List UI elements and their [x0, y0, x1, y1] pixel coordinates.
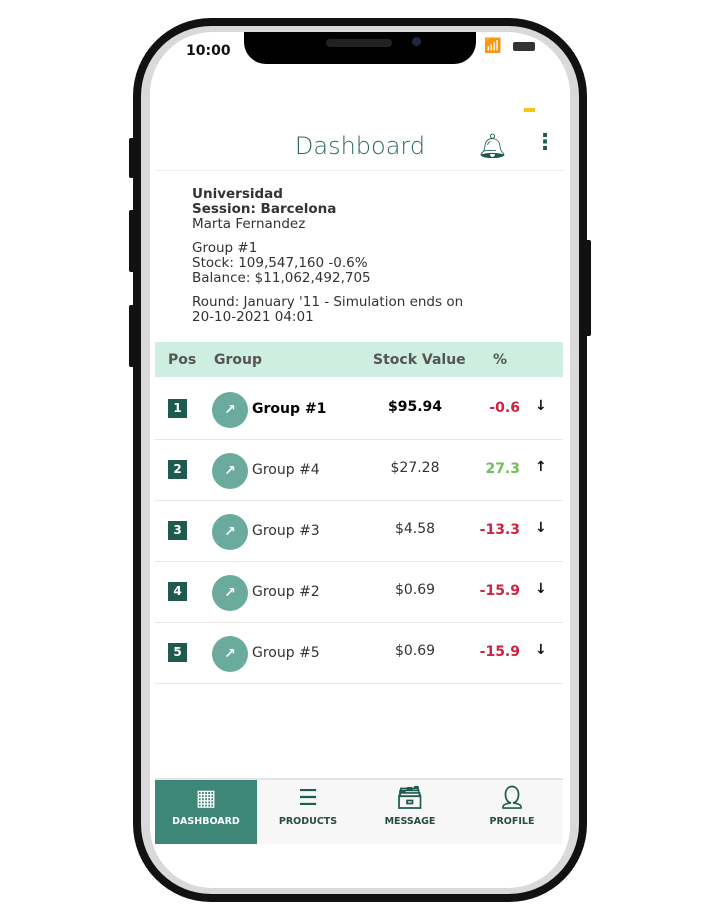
inbox-icon: 🗃︎	[396, 786, 424, 811]
arrow-up-icon: ↑	[535, 459, 547, 475]
percent-change: 27.3	[485, 461, 520, 477]
user-name: Marta Fernandez	[192, 216, 306, 232]
stock-value: $0.69	[394, 582, 436, 598]
round-info: Round: January '11 - Simulation ends on	[192, 294, 464, 310]
stock-info: Stock: 109,547,160 -0.6%	[192, 255, 368, 271]
position-badge: 4	[168, 582, 187, 601]
group-avatar-icon: ↗	[212, 453, 248, 489]
nav-tab-products[interactable]: ☰ PRODUCTS	[257, 780, 359, 844]
indicator	[524, 108, 535, 112]
position-badge: 5	[168, 643, 187, 662]
divider	[155, 170, 565, 171]
session-name: Session: Barcelona	[192, 201, 337, 217]
wifi-icon: 📶	[484, 38, 502, 54]
table-row[interactable]: 3 ↗ Group #3 $4.58 -13.3 ↓	[155, 500, 563, 562]
nav-label: PROFILE	[489, 816, 535, 827]
screen: 10:00 📶 Dashboard 🔔︎ ⋮ Universidad Sessi…	[150, 32, 570, 888]
col-pos: Pos	[168, 352, 197, 368]
balance-info: Balance: $11,062,492,705	[192, 270, 371, 286]
status-time: 10:00	[186, 43, 231, 59]
percent-change: -15.9	[479, 644, 520, 660]
group-name: Group #2	[252, 584, 320, 600]
position-badge: 3	[168, 521, 187, 540]
group-avatar-icon: ↗	[212, 392, 248, 428]
more-menu-icon[interactable]: ⋮	[534, 132, 556, 154]
building-icon: ▦	[195, 786, 217, 811]
stock-value: $27.28	[390, 460, 440, 476]
end-date: 20-10-2021 04:01	[192, 309, 314, 325]
nav-tab-profile[interactable]: 👤︎ PROFILE	[461, 780, 563, 844]
position-badge: 1	[168, 399, 187, 418]
group-name: Group #1	[252, 401, 327, 417]
nav-tab-dashboard[interactable]: ▦ DASHBOARD	[155, 780, 257, 844]
arrow-down-icon: ↓	[535, 642, 547, 658]
power-button	[585, 240, 591, 336]
mute-switch	[129, 138, 135, 178]
arrow-down-icon: ↓	[535, 520, 547, 536]
session-info: Universidad Session: Barcelona Marta Fer…	[192, 187, 463, 325]
table-row[interactable]: 2 ↗ Group #4 $27.28 27.3 ↑	[155, 439, 563, 501]
notch	[244, 32, 476, 64]
org-name: Universidad	[192, 186, 283, 202]
arrow-down-icon: ↓	[535, 581, 547, 597]
group-name: Group #5	[252, 645, 320, 661]
nav-tab-message[interactable]: 🗃︎ MESSAGE	[359, 780, 461, 844]
stock-value: $0.69	[394, 643, 436, 659]
percent-change: -13.3	[479, 522, 520, 538]
col-percent: %	[493, 352, 508, 368]
table-row[interactable]: 5 ↗ Group #5 $0.69 -15.9 ↓	[155, 622, 563, 684]
nav-label: PRODUCTS	[278, 816, 338, 827]
percent-change: -0.6	[489, 400, 520, 416]
group-name: Group #4	[252, 462, 320, 478]
bottom-nav: ▦ DASHBOARD ☰ PRODUCTS 🗃︎ MESSAGE 👤︎ PROFILE	[155, 778, 563, 844]
stock-value: $95.94	[387, 399, 443, 415]
group-avatar-icon: ↗	[212, 575, 248, 611]
percent-change: -15.9	[479, 583, 520, 599]
stock-value: $4.58	[394, 521, 436, 537]
group-avatar-icon: ↗	[212, 636, 248, 672]
bell-icon[interactable]: 🔔︎	[477, 132, 507, 160]
col-group: Group	[214, 352, 263, 368]
table-header: Pos Group Stock Value %	[155, 342, 563, 377]
col-stock-value: Stock Value	[373, 352, 466, 368]
user-icon: 👤︎	[498, 786, 526, 811]
server-icon: ☰	[298, 786, 318, 811]
arrow-down-icon: ↓	[535, 398, 547, 414]
nav-label: MESSAGE	[384, 816, 436, 827]
nav-label: DASHBOARD	[172, 816, 240, 827]
group-avatar-icon: ↗	[212, 514, 248, 550]
table-row[interactable]: 1 ↗ Group #1 $95.94 -0.6 ↓	[155, 378, 563, 440]
group-name: Group #1	[192, 240, 258, 256]
position-badge: 2	[168, 460, 187, 479]
battery-icon	[513, 42, 535, 51]
group-name: Group #3	[252, 523, 320, 539]
table-row[interactable]: 4 ↗ Group #2 $0.69 -15.9 ↓	[155, 561, 563, 623]
volume-up-button	[129, 210, 135, 272]
volume-down-button	[129, 305, 135, 367]
